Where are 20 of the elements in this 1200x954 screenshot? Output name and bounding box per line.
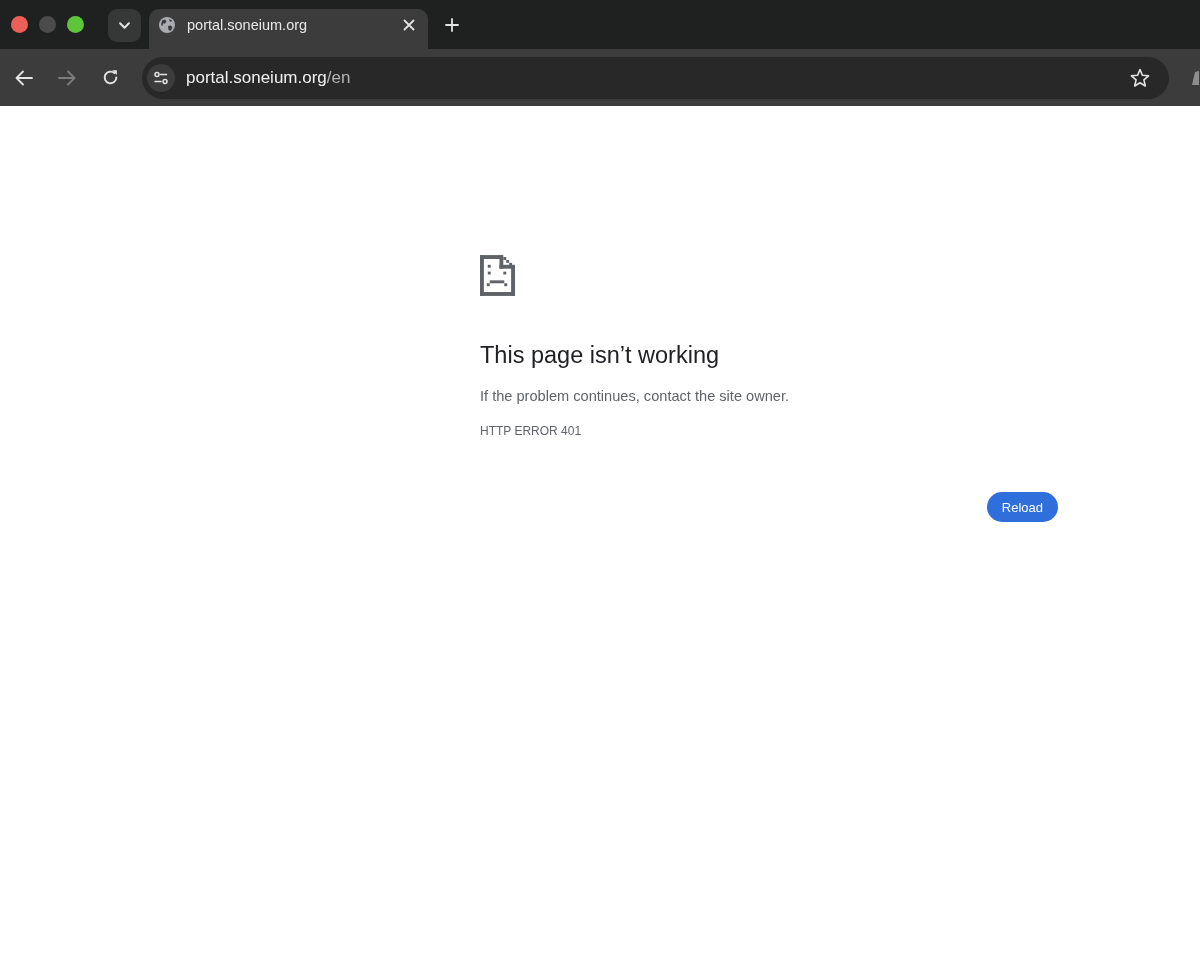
reload-button[interactable]: Reload [986,492,1058,522]
window-control-icon[interactable] [67,16,84,33]
toolbar-icon[interactable] [1192,69,1199,86]
error-code: HTTP ERROR 401 [480,423,583,439]
address-bar[interactable]: portal.soneium.org/en [142,56,1169,99]
url-text: portal.soneium.org/en [186,67,352,88]
error-message: If the problem continues, contact the site owner. [480,387,791,406]
chevron-down-icon [119,22,130,29]
site-settings-icon[interactable] [147,63,175,92]
sad-page-icon [480,255,515,296]
tab-list-button[interactable] [108,9,141,42]
plus-icon[interactable] [445,17,459,32]
browser-tab[interactable]: portal.soneium.org [149,9,428,49]
back-arrow-icon[interactable] [15,69,33,86]
error-heading: This page isn’t working [480,341,721,369]
star-icon[interactable] [1130,67,1150,88]
close-icon[interactable] [403,19,415,31]
globe-icon [159,17,175,33]
reload-icon[interactable] [102,69,119,86]
window-control-icon[interactable] [11,16,28,33]
